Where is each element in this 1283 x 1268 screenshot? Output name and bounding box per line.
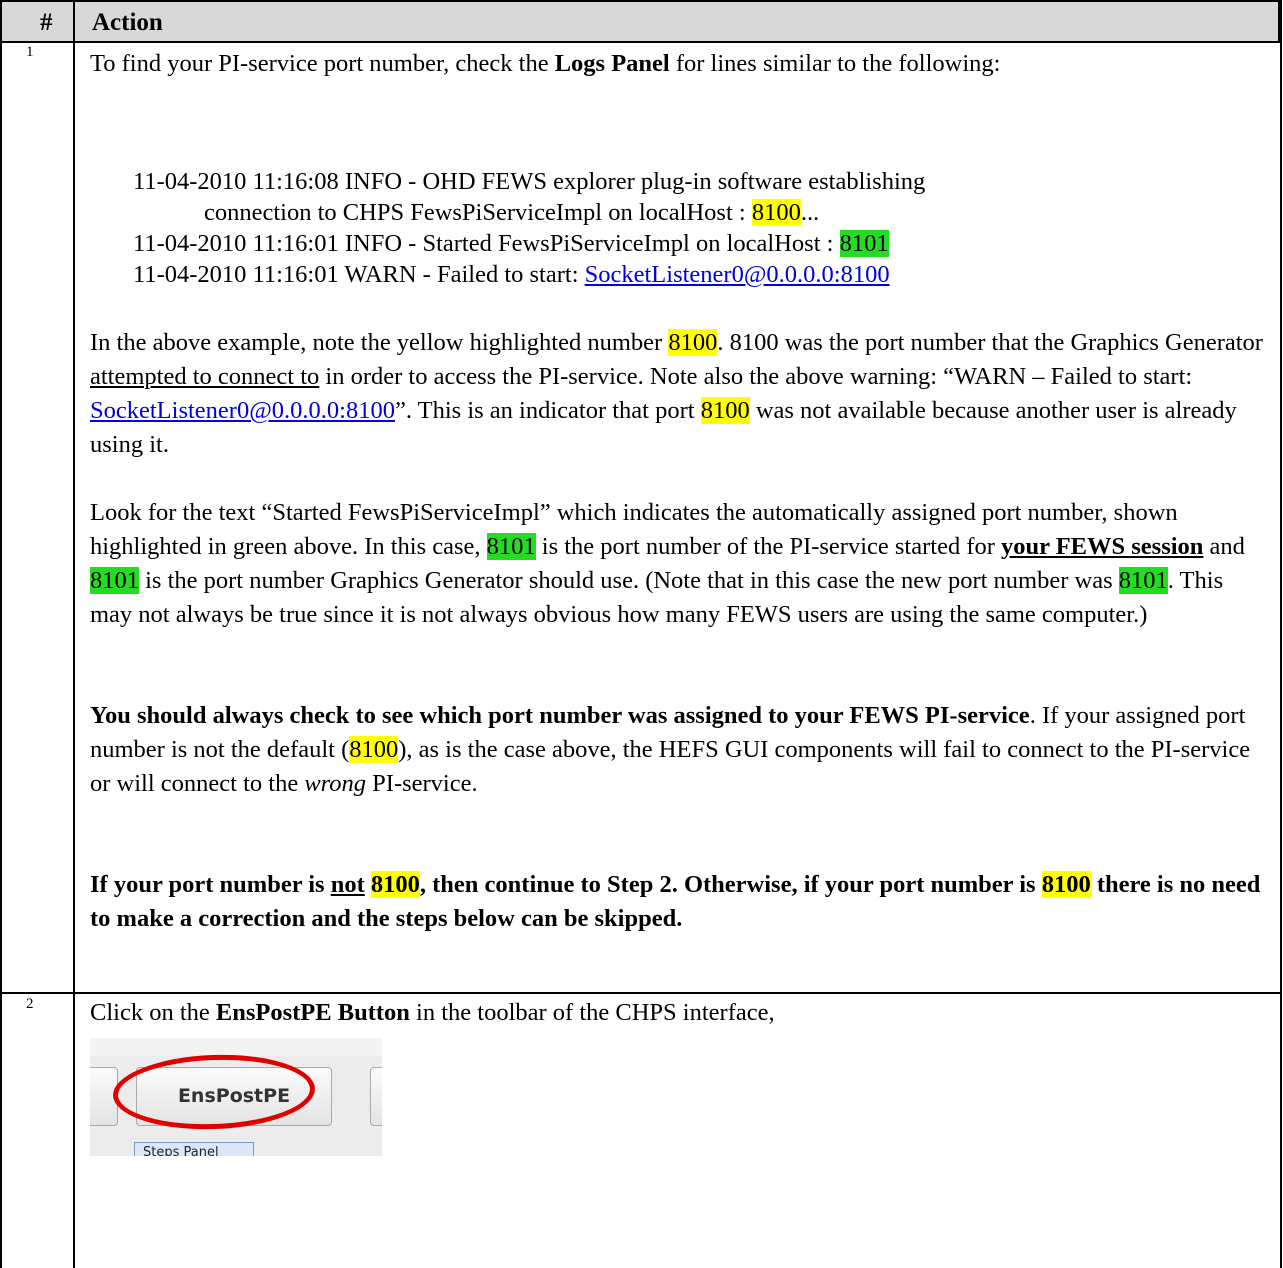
row-divider (0, 992, 1282, 994)
step1-paragraph-1: In the above example, note the yellow hi… (90, 329, 1263, 458)
socket-listener-link-2[interactable]: SocketListener0@0.0.0.0:8100 (90, 397, 395, 424)
port-8101-highlight: 8101 (839, 230, 889, 257)
log-line-1: 11-04-2010 11:16:08 INFO - OHD FEWS expl… (133, 168, 926, 195)
toolbar-strip (90, 1038, 382, 1056)
log-line-2: 11-04-2010 11:16:01 INFO - Started FewsP… (133, 230, 889, 257)
socket-listener-link[interactable]: SocketListener0@0.0.0.0:8100 (585, 261, 890, 288)
step1-paragraph-3: You should always check to see which por… (90, 702, 1251, 797)
log-line-3: 11-04-2010 11:16:01 WARN - Failed to sta… (133, 261, 890, 288)
port-8100-highlight: 8100 (751, 199, 801, 226)
row-number-1: 1 (26, 44, 34, 60)
table-border-left (0, 0, 2, 1268)
step1-paragraph-2: Look for the text “Started FewsPiService… (90, 499, 1245, 628)
table-header-row: # Action (0, 0, 1280, 43)
instructions-table: # Action 1 2 To find your PI-service por… (0, 0, 1283, 1268)
enspostpe-screenshot: EnsPostPE Steps Panel (90, 1038, 382, 1156)
header-number: # (40, 9, 53, 36)
step1-paragraph-4: If your port number is not 8100, then co… (90, 871, 1261, 932)
steps-panel-tab: Steps Panel (134, 1142, 254, 1156)
step2-instruction: Click on the EnsPostPE Button in the too… (90, 999, 775, 1026)
log-line-1-cont: connection to CHPS FewsPiServiceImpl on … (204, 199, 820, 226)
step1-intro: To find your PI-service port number, che… (90, 50, 1001, 77)
header-action: Action (92, 9, 163, 36)
row-number-2: 2 (26, 996, 34, 1012)
table-border-right (1280, 0, 1282, 1268)
table-column-divider (73, 0, 75, 1268)
toolbar-button-right (370, 1067, 382, 1126)
